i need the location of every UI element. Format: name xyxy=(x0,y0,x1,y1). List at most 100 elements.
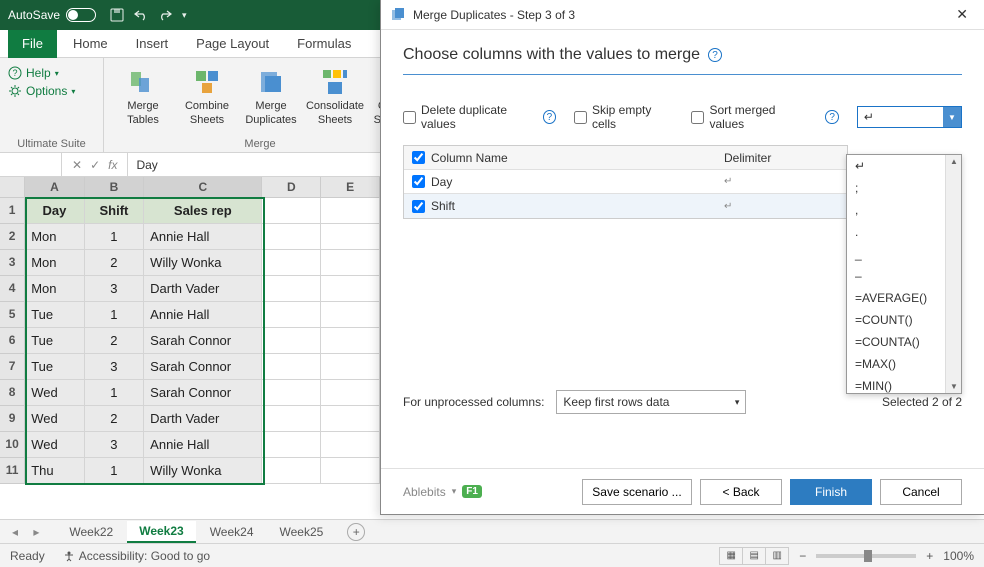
spreadsheet-grid[interactable]: ABCDE1DayShiftSales rep2Mon1Annie Hall3M… xyxy=(0,177,380,519)
status-ready: Ready xyxy=(10,549,45,563)
view-buttons[interactable]: ▦ ▤ ▥ xyxy=(720,547,789,565)
columns-table: Column Name Delimiter Day ↵ Shift ↵ xyxy=(403,145,848,219)
tab-insert[interactable]: Insert xyxy=(124,30,181,58)
cancel-formula-icon[interactable]: ✕ xyxy=(72,158,82,172)
delimiter-combo[interactable]: ↵ ▼ xyxy=(857,106,962,128)
save-icon[interactable] xyxy=(110,8,124,22)
tab-home[interactable]: Home xyxy=(61,30,120,58)
help-icon[interactable]: ? xyxy=(708,48,722,62)
combine-sheets-button[interactable]: Combine Sheets xyxy=(176,62,238,130)
dropdown-item[interactable]: ; xyxy=(847,177,961,199)
help-button[interactable]: ? Help ▾ xyxy=(8,66,95,80)
dialog-icon xyxy=(391,8,405,22)
sheet-tab-week24[interactable]: Week24 xyxy=(198,522,266,542)
sheet-tab-week25[interactable]: Week25 xyxy=(268,522,336,542)
accessibility-icon xyxy=(63,550,75,562)
dropdown-item[interactable]: – xyxy=(847,265,961,287)
merge-tables-button[interactable]: Merge Tables xyxy=(112,62,174,130)
options-label: Options xyxy=(26,84,67,98)
dialog-title: Merge Duplicates - Step 3 of 3 xyxy=(413,8,575,22)
tab-page-layout[interactable]: Page Layout xyxy=(184,30,281,58)
merge-duplicates-icon xyxy=(255,66,287,98)
gear-icon xyxy=(8,84,22,98)
svg-text:?: ? xyxy=(12,68,17,78)
chevron-down-icon[interactable]: ▾ xyxy=(452,486,457,497)
redo-icon[interactable] xyxy=(158,9,172,21)
sheet-tab-week23[interactable]: Week23 xyxy=(127,521,195,543)
toggle-icon xyxy=(66,8,96,22)
enter-formula-icon[interactable]: ✓ xyxy=(90,158,100,172)
status-bar: Ready Accessibility: Good to go ▦ ▤ ▥ − … xyxy=(0,543,984,567)
divider xyxy=(403,74,962,75)
combine-sheets-icon xyxy=(191,66,223,98)
chevron-down-icon: ▾ xyxy=(71,87,75,96)
f1-badge: F1 xyxy=(462,485,482,498)
merge-duplicates-button[interactable]: Merge Duplicates xyxy=(240,62,302,130)
close-button[interactable]: ✕ xyxy=(950,6,974,23)
view-page-layout-icon[interactable]: ▤ xyxy=(742,547,766,565)
status-accessibility: Accessibility: Good to go xyxy=(63,549,210,563)
dropdown-item[interactable]: _ xyxy=(847,243,961,265)
sheet-tabs: ◂ ▸ Week22 Week23 Week24 Week25 + xyxy=(0,519,984,543)
help-label: Help xyxy=(26,66,51,80)
dropdown-item[interactable]: ↵ xyxy=(847,155,961,177)
help-icon: ? xyxy=(8,66,22,80)
delimiter-dropdown[interactable]: ↵;,._–=AVERAGE()=COUNT()=COUNTA()=MAX()=… xyxy=(846,154,962,394)
zoom-out-button[interactable]: − xyxy=(799,549,806,563)
select-all-checkbox[interactable] xyxy=(412,151,425,164)
chevron-down-icon: ▾ xyxy=(55,69,59,78)
group-merge: Merge Tables Combine Sheets Merge Duplic… xyxy=(104,58,417,152)
unprocessed-select[interactable]: Keep first rows data ▾ xyxy=(556,390,746,414)
dropdown-item[interactable]: =MAX() xyxy=(847,353,961,375)
delete-duplicate-checkbox[interactable]: Delete duplicate values? xyxy=(403,103,556,131)
column-row-day[interactable]: Day ↵ xyxy=(404,170,847,194)
save-scenario-button[interactable]: Save scenario ... xyxy=(582,479,692,505)
group-label: Merge xyxy=(112,138,408,150)
dialog-heading: Choose columns with the values to merge … xyxy=(403,46,962,64)
skip-empty-checkbox[interactable]: Skip empty cells xyxy=(574,103,673,131)
group-ultimate-suite: ? Help ▾ Options ▾ Ultimate Suite xyxy=(0,58,104,152)
options-button[interactable]: Options ▾ xyxy=(8,84,95,98)
autosave-label: AutoSave xyxy=(8,8,60,22)
zoom-in-button[interactable]: + xyxy=(926,549,933,563)
tab-formulas[interactable]: Formulas xyxy=(285,30,363,58)
dropdown-item[interactable]: =AVERAGE() xyxy=(847,287,961,309)
scrollbar[interactable] xyxy=(945,155,961,393)
name-box[interactable] xyxy=(0,153,62,176)
dialog-titlebar: Merge Duplicates - Step 3 of 3 ✕ xyxy=(381,0,984,30)
help-icon[interactable]: ? xyxy=(825,110,838,124)
back-button[interactable]: < Back xyxy=(700,479,782,505)
sheet-nav-icons[interactable]: ◂ ▸ xyxy=(12,525,45,539)
zoom-slider[interactable] xyxy=(816,554,916,558)
unprocessed-label: For unprocessed columns: xyxy=(403,395,544,409)
autosave-toggle[interactable]: AutoSave xyxy=(8,8,96,22)
add-sheet-button[interactable]: + xyxy=(347,523,365,541)
dialog-footer: Ablebits ▾ F1 Save scenario ... < Back F… xyxy=(381,468,984,514)
view-page-break-icon[interactable]: ▥ xyxy=(765,547,789,565)
merge-tables-icon xyxy=(127,66,159,98)
view-normal-icon[interactable]: ▦ xyxy=(719,547,743,565)
undo-icon[interactable] xyxy=(134,9,148,21)
tab-file[interactable]: File xyxy=(8,30,57,58)
chevron-down-icon: ▼ xyxy=(943,107,961,127)
dropdown-item[interactable]: =COUNT() xyxy=(847,309,961,331)
chevron-down-icon: ▾ xyxy=(735,397,740,408)
brand-label: Ablebits ▾ F1 xyxy=(403,485,482,499)
group-label: Ultimate Suite xyxy=(8,138,95,150)
fx-icon[interactable]: fx xyxy=(108,158,117,172)
column-row-shift[interactable]: Shift ↵ xyxy=(404,194,847,218)
dropdown-item[interactable]: . xyxy=(847,221,961,243)
consolidate-sheets-icon xyxy=(319,66,351,98)
zoom-level: 100% xyxy=(943,549,974,563)
cancel-button[interactable]: Cancel xyxy=(880,479,962,505)
dropdown-item[interactable]: , xyxy=(847,199,961,221)
help-icon[interactable]: ? xyxy=(543,110,556,124)
consolidate-sheets-button[interactable]: Consolidate Sheets xyxy=(304,62,366,130)
finish-button[interactable]: Finish xyxy=(790,479,872,505)
sort-merged-checkbox[interactable]: Sort merged values xyxy=(691,103,807,131)
sheet-tab-week22[interactable]: Week22 xyxy=(57,522,125,542)
merge-duplicates-dialog: Merge Duplicates - Step 3 of 3 ✕ Choose … xyxy=(380,0,984,515)
selected-count: Selected 2 of 2 xyxy=(882,395,962,409)
quick-access-toolbar: ▾ xyxy=(110,8,187,22)
dropdown-item[interactable]: =COUNTA() xyxy=(847,331,961,353)
